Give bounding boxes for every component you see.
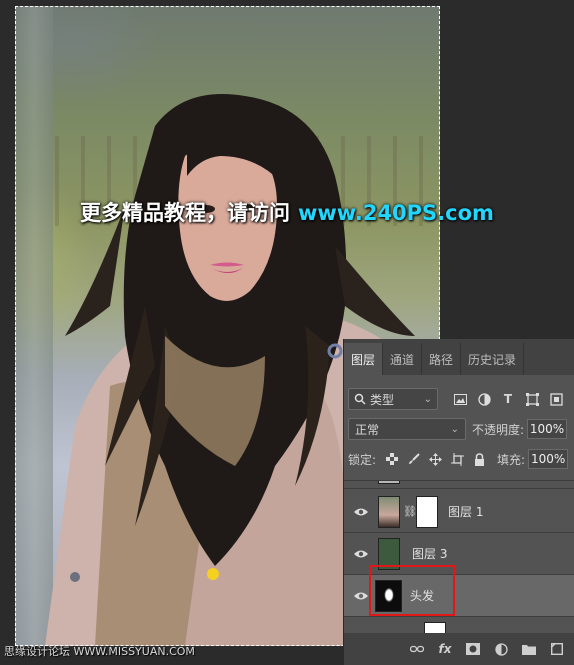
layer-thumbnail	[378, 481, 400, 484]
visibility-eye-icon[interactable]	[354, 549, 368, 559]
lock-row: 锁定: 填充: 100%	[348, 448, 574, 470]
mask-link-icon[interactable]: ⛓	[403, 505, 417, 518]
group-folder-icon[interactable]	[521, 641, 537, 657]
layer-name[interactable]: 图层 1	[448, 503, 483, 520]
panel-tab-bar: 图层 通道 路径 历史记录	[344, 339, 574, 375]
shape-filter-icon[interactable]	[524, 391, 540, 407]
layer-row-layer1[interactable]: ⛓ 图层 1	[344, 491, 574, 533]
lock-icons	[384, 452, 487, 467]
lock-transparent-icon[interactable]	[384, 452, 399, 467]
smart-object-filter-icon[interactable]	[548, 391, 564, 407]
type-filter-icon[interactable]: T	[500, 391, 516, 407]
footer-watermark: 思缘设计论坛 WWW.MISSYUAN.COM	[4, 645, 195, 658]
filter-kind-label: 类型	[370, 392, 395, 407]
blend-mode-select[interactable]: 正常 ⌄	[348, 418, 466, 440]
visibility-eye-icon[interactable]	[354, 591, 368, 601]
annotation-highlight-box	[369, 565, 455, 616]
opacity-input[interactable]: 100%	[527, 419, 568, 439]
watermark-text: 更多精品教程，请访问 www.240PS.com	[80, 197, 494, 229]
adjustment-layer-icon[interactable]	[493, 641, 509, 657]
lock-brush-icon[interactable]	[406, 452, 421, 467]
fill-label: 填充:	[497, 452, 526, 467]
filter-icons: T	[452, 391, 564, 407]
search-icon	[354, 393, 366, 405]
layer-row-partial-top[interactable]	[344, 481, 574, 489]
layer-row-partial-bottom[interactable]	[344, 617, 574, 633]
layer-mask-thumbnail[interactable]	[416, 496, 438, 528]
fill-input[interactable]: 100%	[528, 449, 569, 469]
filter-kind-select[interactable]: 类型 ⌄	[348, 388, 438, 410]
tab-layers[interactable]: 图层	[344, 343, 384, 375]
chevron-down-icon: ⌄	[450, 423, 459, 435]
tab-history[interactable]: 历史记录	[461, 343, 525, 375]
opacity-label: 不透明度:	[472, 422, 525, 437]
visibility-eye-icon[interactable]	[354, 507, 368, 517]
layer-name[interactable]: 图层 3	[412, 545, 447, 562]
image-filter-icon[interactable]	[452, 391, 468, 407]
link-layers-icon[interactable]	[409, 641, 425, 657]
lock-all-icon[interactable]	[472, 452, 487, 467]
watermark-url: www.240PS.com	[298, 201, 494, 225]
blend-mode-label: 正常	[355, 422, 380, 437]
panel-bottom-bar: fx	[344, 633, 574, 665]
add-mask-icon[interactable]	[465, 641, 481, 657]
tab-channels[interactable]: 通道	[383, 343, 423, 375]
adjustment-filter-icon[interactable]	[476, 391, 492, 407]
layers-panel: 图层 通道 路径 历史记录 类型 ⌄ T 正常 ⌄ 不透明度: 100% 锁定:…	[343, 339, 574, 665]
lock-label: 锁定:	[348, 452, 377, 467]
tab-paths[interactable]: 路径	[422, 343, 462, 375]
blend-row: 正常 ⌄ 不透明度: 100%	[348, 418, 574, 440]
chevron-down-icon: ⌄	[423, 393, 432, 405]
new-layer-icon[interactable]	[549, 641, 565, 657]
lock-move-icon[interactable]	[428, 452, 443, 467]
fx-icon[interactable]: fx	[437, 641, 453, 657]
filter-row: 类型 ⌄ T	[348, 387, 571, 411]
layer-thumbnail	[424, 622, 446, 633]
layer-thumbnail	[378, 496, 400, 528]
watermark-label: 更多精品教程，请访问	[80, 201, 290, 225]
lock-artboard-icon[interactable]	[450, 452, 465, 467]
